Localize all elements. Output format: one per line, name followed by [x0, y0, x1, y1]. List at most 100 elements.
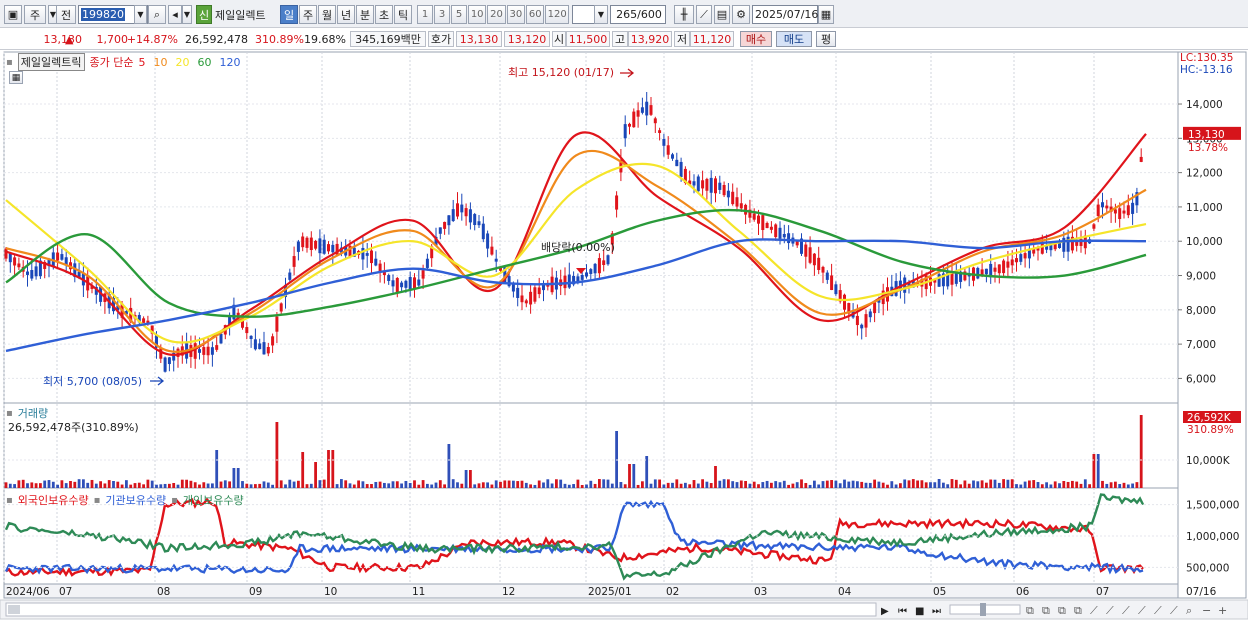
candle-body	[589, 269, 593, 274]
drawing-tool-icon[interactable]: ⟋	[1106, 604, 1114, 617]
volume-bar	[8, 483, 12, 488]
credit-badge[interactable]: 신	[196, 5, 212, 24]
interval-button[interactable]: 30	[506, 5, 526, 24]
volume-bar	[219, 481, 223, 488]
date-input[interactable]: 2025/07/16	[752, 5, 818, 24]
volume-bar	[671, 482, 674, 488]
calendar-icon[interactable]: ▦	[818, 5, 834, 24]
candle-body	[718, 182, 722, 190]
grid-toggle-icon[interactable]: ▦	[9, 71, 23, 84]
candle-body	[456, 203, 459, 217]
volume-bar	[963, 480, 967, 488]
x-axis-label: 04	[838, 586, 852, 598]
candle-icon[interactable]: ╫	[674, 5, 694, 24]
interval-button[interactable]: 120	[545, 5, 569, 24]
candle-body	[271, 336, 275, 346]
volume-bar	[112, 481, 115, 488]
period-tabs: 일주월년분초틱	[280, 5, 414, 24]
volume-bar	[834, 480, 838, 488]
save-icon[interactable]: ▤	[714, 5, 730, 24]
drawing-tool-icon[interactable]: ⧉	[1074, 604, 1082, 617]
interval-button[interactable]: 1	[417, 5, 433, 24]
eval-button[interactable]: 평	[816, 31, 836, 47]
candle-body	[817, 257, 821, 270]
drawing-tool-icon[interactable]: ⧉	[1042, 604, 1050, 617]
volume-bar	[460, 483, 464, 488]
volume-bar	[168, 483, 171, 488]
period-tab[interactable]: 초	[375, 5, 393, 24]
candle-body	[606, 255, 610, 265]
min-annotation: 최저 5,700 (08/05)	[43, 375, 142, 388]
search-icon[interactable]: ⌕	[148, 5, 166, 24]
interval-button[interactable]: 5	[451, 5, 467, 24]
volume-bar	[817, 484, 821, 488]
count-field[interactable]: 265/600	[610, 5, 666, 24]
trend-icon[interactable]: ⟋	[696, 5, 712, 24]
drawing-tool-icon[interactable]: ⟋	[1138, 604, 1146, 617]
price-legend: ▪ 제일일렉트릭 종가 단순 5 10 20 60 120	[6, 53, 241, 71]
drawing-tool-icon[interactable]: ⟋	[1154, 604, 1162, 617]
sell-button[interactable]: 매도	[776, 31, 812, 47]
volume-bar	[830, 480, 833, 488]
drawing-tool-icon[interactable]: ⧉	[1026, 604, 1034, 617]
speaker-dropdown-icon[interactable]: ▼	[182, 5, 192, 24]
interval-button[interactable]: 3	[434, 5, 450, 24]
scroll-control-icon[interactable]: ⏮	[898, 606, 907, 617]
candle-body	[649, 105, 653, 115]
period-tab[interactable]: 틱	[394, 5, 412, 24]
period-tab[interactable]: 주	[299, 5, 317, 24]
period-tab[interactable]: 년	[337, 5, 355, 24]
candle-body	[17, 263, 21, 268]
volume-bar	[223, 480, 227, 488]
candle-body	[855, 315, 859, 326]
window-menu-icon[interactable]: ▣	[4, 5, 22, 24]
drawing-tool-icon[interactable]: ⟋	[1122, 604, 1130, 617]
volume-bar	[894, 484, 898, 488]
candle-body	[714, 178, 717, 194]
type-selector[interactable]: 주	[24, 5, 46, 24]
drawing-tool-icon[interactable]: ⧉	[1058, 604, 1066, 617]
price-stock-name[interactable]: 제일일렉트릭	[17, 53, 85, 71]
volume-bar	[473, 484, 477, 488]
period-tab[interactable]: 일	[280, 5, 298, 24]
volume-tag-pct: 310.89%	[1187, 424, 1234, 436]
interval-button[interactable]: 20	[487, 5, 506, 24]
code-dropdown-icon[interactable]: ▼	[134, 5, 147, 24]
speaker-icon[interactable]: ◂	[168, 5, 182, 24]
interval-dropdown-icon[interactable]: ▼	[594, 5, 608, 24]
drawing-tool-icon[interactable]: ⟋	[1170, 604, 1178, 617]
period-tab[interactable]: 월	[318, 5, 336, 24]
volume-bar	[1083, 479, 1087, 488]
volume-bar	[903, 479, 907, 488]
volume-bar	[1092, 454, 1096, 488]
candle-body	[769, 226, 773, 230]
scroll-control-icon[interactable]: ▶	[881, 606, 889, 617]
chart-area[interactable]: 2024/06 07 08 09 10 11 12 2025/01 02 03 04 05 06 07 07…	[0, 50, 1248, 621]
candle-body	[675, 159, 679, 167]
holding-series-label: 외국인보유수량	[17, 494, 89, 507]
scroll-control-icon[interactable]: ■	[915, 606, 924, 617]
volume-bar	[851, 480, 855, 488]
scroll-control-icon[interactable]: ⏭	[932, 606, 941, 617]
volume-bar	[576, 479, 580, 488]
volume-bar	[735, 482, 739, 488]
drawing-tool-icon[interactable]: +	[1218, 604, 1227, 617]
drawing-tool-icon[interactable]: ⟋	[1090, 604, 1098, 617]
buy-button[interactable]: 매수	[740, 31, 772, 47]
chart-canvas[interactable]: 2024/06 07 08 09 10 11 12 2025/01 02 03 04 05 06 07 07…	[0, 50, 1248, 621]
drawing-tool-icon[interactable]: −	[1202, 604, 1211, 617]
volume-bar	[645, 456, 649, 488]
candle-body	[1105, 205, 1109, 209]
prev-button[interactable]: 전	[56, 5, 76, 24]
candle-body	[1015, 258, 1018, 263]
zoom-slider-thumb[interactable]	[980, 603, 986, 616]
period-tab[interactable]: 분	[356, 5, 374, 24]
gear-icon[interactable]: ⚙	[732, 5, 750, 24]
candle-body	[597, 258, 601, 274]
candle-body	[1062, 237, 1066, 252]
volume-bar	[451, 479, 455, 488]
drawing-tool-icon[interactable]: ⌕	[1186, 604, 1192, 617]
interval-button[interactable]: 60	[526, 5, 545, 24]
volume-bar	[709, 483, 713, 488]
interval-button[interactable]: 10	[468, 5, 487, 24]
